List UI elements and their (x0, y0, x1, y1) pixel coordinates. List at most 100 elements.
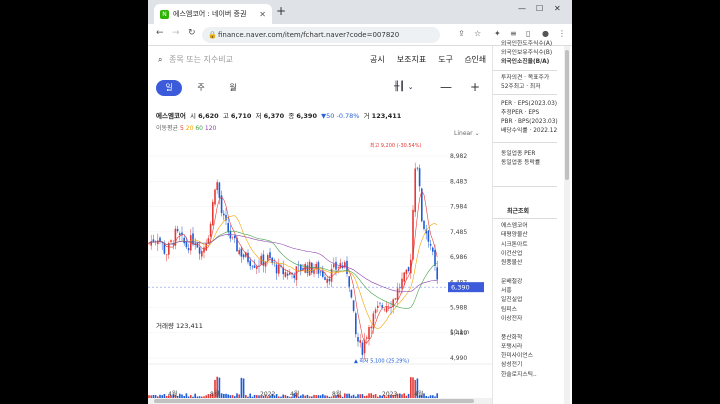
recent-item[interactable]: 삼성전기 (501, 361, 537, 370)
candle-body (368, 327, 370, 339)
reading-list-icon[interactable]: ≡ (510, 29, 517, 38)
sector-list: 동일업종 PER 동일업종 등락률 (501, 151, 541, 166)
close-window-icon[interactable]: ✕ (554, 4, 561, 13)
recent-item[interactable]: 포탱시라 (501, 343, 537, 352)
zoom-out-button[interactable]: — (440, 80, 452, 94)
candle-body (418, 168, 421, 187)
recent-item[interactable]: 원풍물산 (501, 259, 537, 268)
candle-body (361, 342, 364, 355)
address-bar[interactable]: 🔒 finance.naver.com/item/fchart.naver?co… (202, 27, 440, 43)
candle-body (377, 305, 379, 308)
candlestick-icon: ╫┃ (394, 82, 405, 92)
menu-tools[interactable]: 도구 (438, 54, 453, 65)
price-tick-label: 6,986 (450, 254, 467, 261)
candle-body (379, 302, 381, 304)
candle-body (192, 233, 194, 245)
candle-body (185, 242, 188, 248)
sidepanel-icon[interactable]: ▯ (526, 29, 530, 38)
chart-area: ⌕ 종목 또는 지수비교 공시 보조지표 도구 ⎙인쇄 일 주 월 ╫┃ ⌄ —… (148, 46, 492, 404)
share-icon[interactable]: ⇪ (458, 29, 465, 38)
candle-body (183, 237, 185, 244)
menu-indicators[interactable]: 보조지표 (397, 54, 426, 65)
candle-body (405, 269, 408, 274)
candle-body (176, 229, 179, 232)
tab-title: 에스엠코어 : 네이버 증권 (173, 10, 247, 18)
candle-body (427, 230, 430, 242)
candle-body (403, 272, 405, 282)
candle-body (203, 247, 205, 253)
candle-body (251, 266, 254, 268)
lock-icon: 🔒 (208, 31, 217, 39)
vertical-scrollbar[interactable] (564, 46, 570, 404)
search-placeholder: 종목 또는 지수비교 (169, 55, 233, 64)
back-icon[interactable]: ← (156, 28, 164, 38)
candle-body (148, 243, 150, 244)
recent-item[interactable]: 한미사이언스 (501, 352, 537, 361)
compare-search[interactable]: ⌕ 종목 또는 지수비교 (158, 54, 233, 65)
candle-body (335, 261, 337, 270)
price-tick-label: 7,984 (450, 204, 467, 211)
candle-body (150, 241, 152, 246)
recent-item[interactable]: 일진실업 (501, 296, 537, 305)
candle-body (157, 240, 159, 245)
candle-body (159, 237, 161, 242)
horizontal-scrollbar[interactable] (148, 398, 492, 404)
recent-item[interactable]: 이건산업 (501, 250, 537, 259)
candle-body (324, 277, 326, 280)
menu-kebab-icon[interactable]: ⋮ (558, 29, 566, 38)
maximize-icon[interactable]: ☐ (536, 4, 543, 13)
candle-body (205, 243, 207, 251)
ma20-line (148, 215, 438, 329)
candle-body (187, 248, 190, 251)
period-month[interactable]: 월 (220, 80, 246, 96)
candle-body (333, 264, 335, 268)
browser-tab[interactable]: N 에스엠코어 : 네이버 증권 ✕ (154, 4, 272, 24)
price-chart[interactable]: 8,9828,4837,9847,4856,9866,4875,9885,489… (148, 136, 492, 398)
candle-body (328, 278, 331, 282)
zoom-in-button[interactable]: + (470, 80, 480, 94)
candle-body (355, 313, 357, 335)
extensions-icon[interactable]: ✦ (494, 29, 501, 38)
chevron-down-icon: ⌄ (407, 83, 414, 91)
recent-item[interactable]: 시크톤아트 (501, 241, 537, 250)
candle-body (423, 220, 425, 229)
period-week[interactable]: 주 (188, 80, 214, 96)
candle-body (348, 276, 350, 287)
candle-body (256, 266, 258, 269)
recent-item[interactable]: 문배철강 (501, 278, 537, 287)
candle-body (231, 236, 234, 238)
bookmark-star-icon[interactable]: ☆ (474, 29, 481, 38)
close-tab-icon[interactable]: ✕ (259, 10, 266, 19)
candle-body (319, 271, 322, 273)
forward-icon[interactable]: → (172, 28, 180, 38)
period-day[interactable]: 일 (156, 80, 182, 96)
candle-body (240, 248, 243, 257)
price-tick-label: 7,485 (450, 229, 467, 236)
candle-body (201, 250, 203, 257)
chart-type-selector[interactable]: ╫┃ ⌄ (394, 82, 414, 92)
recent-item[interactable]: 한솔로지스틱.. (501, 371, 537, 380)
x-tick-label: 2022 (260, 391, 275, 398)
menu-disclosure[interactable]: 공시 (370, 54, 385, 65)
candle-body (311, 262, 313, 273)
recent-item[interactable]: 이상전자 (501, 315, 537, 324)
recent-item[interactable]: 태평양물산 (501, 231, 537, 240)
recent-item (501, 324, 537, 333)
candle-body (399, 287, 401, 289)
foreign-ownership-list: 외국인한도주식수(A) 외국인보유주식수(B) 외국인소진율(B/A) (501, 41, 553, 65)
new-tab-button[interactable]: + (276, 4, 286, 18)
reload-icon[interactable]: ↻ (188, 28, 196, 38)
candle-body (308, 261, 311, 276)
candle-body (220, 195, 223, 214)
low-annotation: ▲ 최저 5,100 (25.29%) (354, 357, 409, 364)
candle-body (275, 264, 278, 274)
profile-avatar-icon[interactable]: ● (542, 29, 549, 38)
recent-item[interactable]: 에스엠코어 (501, 222, 537, 231)
recent-views-list: 에스엠코어 태평양물산 시크톤아트 이건산업 원풍물산 문배철강 서흥 일진실업 팀피스 이상전… (501, 222, 537, 380)
menu-print[interactable]: ⎙인쇄 (465, 54, 486, 65)
recent-item[interactable]: 팀피스 (501, 306, 537, 315)
candle-body (278, 264, 280, 274)
recent-item[interactable]: 풍산화학 (501, 334, 537, 343)
minimize-icon[interactable]: — (518, 4, 526, 13)
recent-item[interactable]: 서흥 (501, 287, 537, 296)
